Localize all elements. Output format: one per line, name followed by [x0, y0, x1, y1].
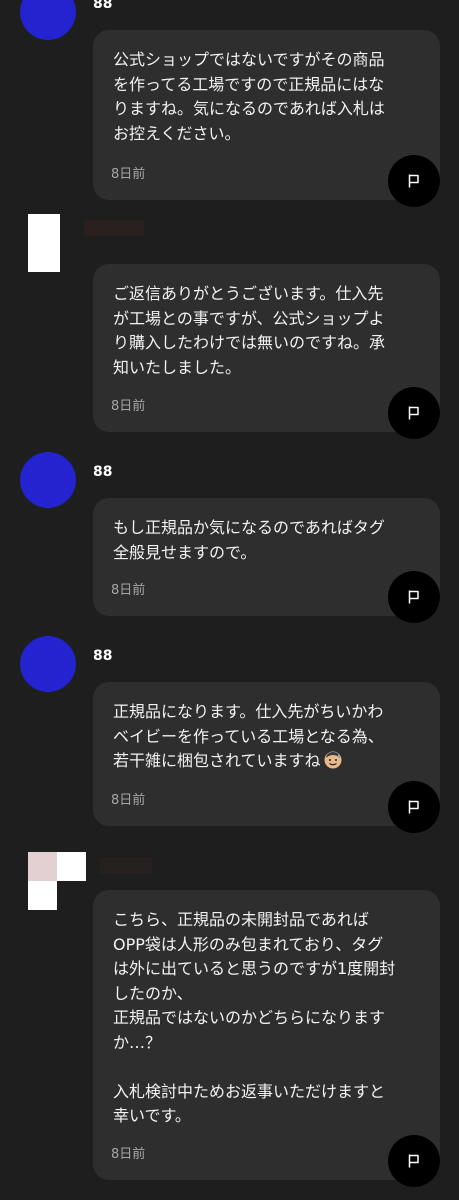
username[interactable]: 88 — [93, 0, 112, 12]
sweat-smile-emoji — [324, 751, 342, 769]
comment-text-body: 正規品になります。仕入先がちいかわ ベイビーを作っている工場となる為、 若干雑に… — [113, 702, 384, 770]
avatar[interactable] — [20, 0, 76, 40]
timestamp: 8日前 — [111, 399, 146, 414]
comment-bubble: 正規品になります。仕入先がちいかわ ベイビーを作っている工場となる為、 若干雑に… — [93, 682, 440, 833]
comment-bubble: こちら、正規品の未開封品であれば OPP袋は人形のみ包まれており、タグ は外に出… — [93, 890, 440, 1187]
comment-bubble: ご返信ありがとうございます。仕入先 が工場との事ですが、公式ショップよ り購入し… — [93, 264, 440, 439]
report-button[interactable] — [388, 571, 440, 623]
flag-icon — [408, 174, 419, 188]
censor-block — [28, 852, 57, 881]
avatar[interactable] — [20, 636, 76, 692]
report-button[interactable] — [388, 781, 440, 833]
flag-icon — [408, 590, 419, 604]
timestamp: 8日前 — [111, 167, 146, 182]
username[interactable] — [84, 220, 144, 236]
report-button[interactable] — [388, 1135, 440, 1187]
avatar[interactable] — [28, 852, 86, 910]
flag-icon — [408, 800, 419, 814]
timestamp: 8日前 — [111, 1147, 146, 1162]
timestamp: 8日前 — [111, 583, 146, 598]
report-button[interactable] — [388, 155, 440, 207]
comment-text: こちら、正規品の未開封品であれば OPP袋は人形のみ包まれており、タグ は外に出… — [113, 910, 396, 1125]
username[interactable] — [100, 858, 152, 874]
flag-icon — [408, 406, 419, 420]
comment-bubble: 公式ショップではないですがその商品 を作ってる工場ですので正規品にはな りますね… — [93, 30, 440, 207]
flag-icon — [408, 1154, 419, 1168]
username[interactable]: 88 — [93, 464, 112, 480]
comment-text: 正規品になります。仕入先がちいかわ ベイビーを作っている工場となる為、 若干雑に… — [113, 700, 423, 774]
username[interactable]: 88 — [93, 648, 112, 664]
censor-block — [57, 881, 86, 910]
timestamp: 8日前 — [111, 793, 146, 808]
comment-text: 公式ショップではないですがその商品 を作ってる工場ですので正規品にはな りますね… — [113, 50, 385, 143]
censor-block — [28, 881, 57, 910]
comment-bubble: もし正規品か気になるのであればタグ 全般見せますので。 8日前 — [93, 498, 440, 623]
avatar[interactable] — [20, 452, 76, 508]
censor-block — [57, 852, 86, 881]
avatar[interactable] — [28, 214, 60, 272]
comment-text: もし正規品か気になるのであればタグ 全般見せますので。 — [113, 518, 385, 562]
report-button[interactable] — [388, 387, 440, 439]
comment-text: ご返信ありがとうございます。仕入先 が工場との事ですが、公式ショップよ り購入し… — [113, 284, 386, 377]
